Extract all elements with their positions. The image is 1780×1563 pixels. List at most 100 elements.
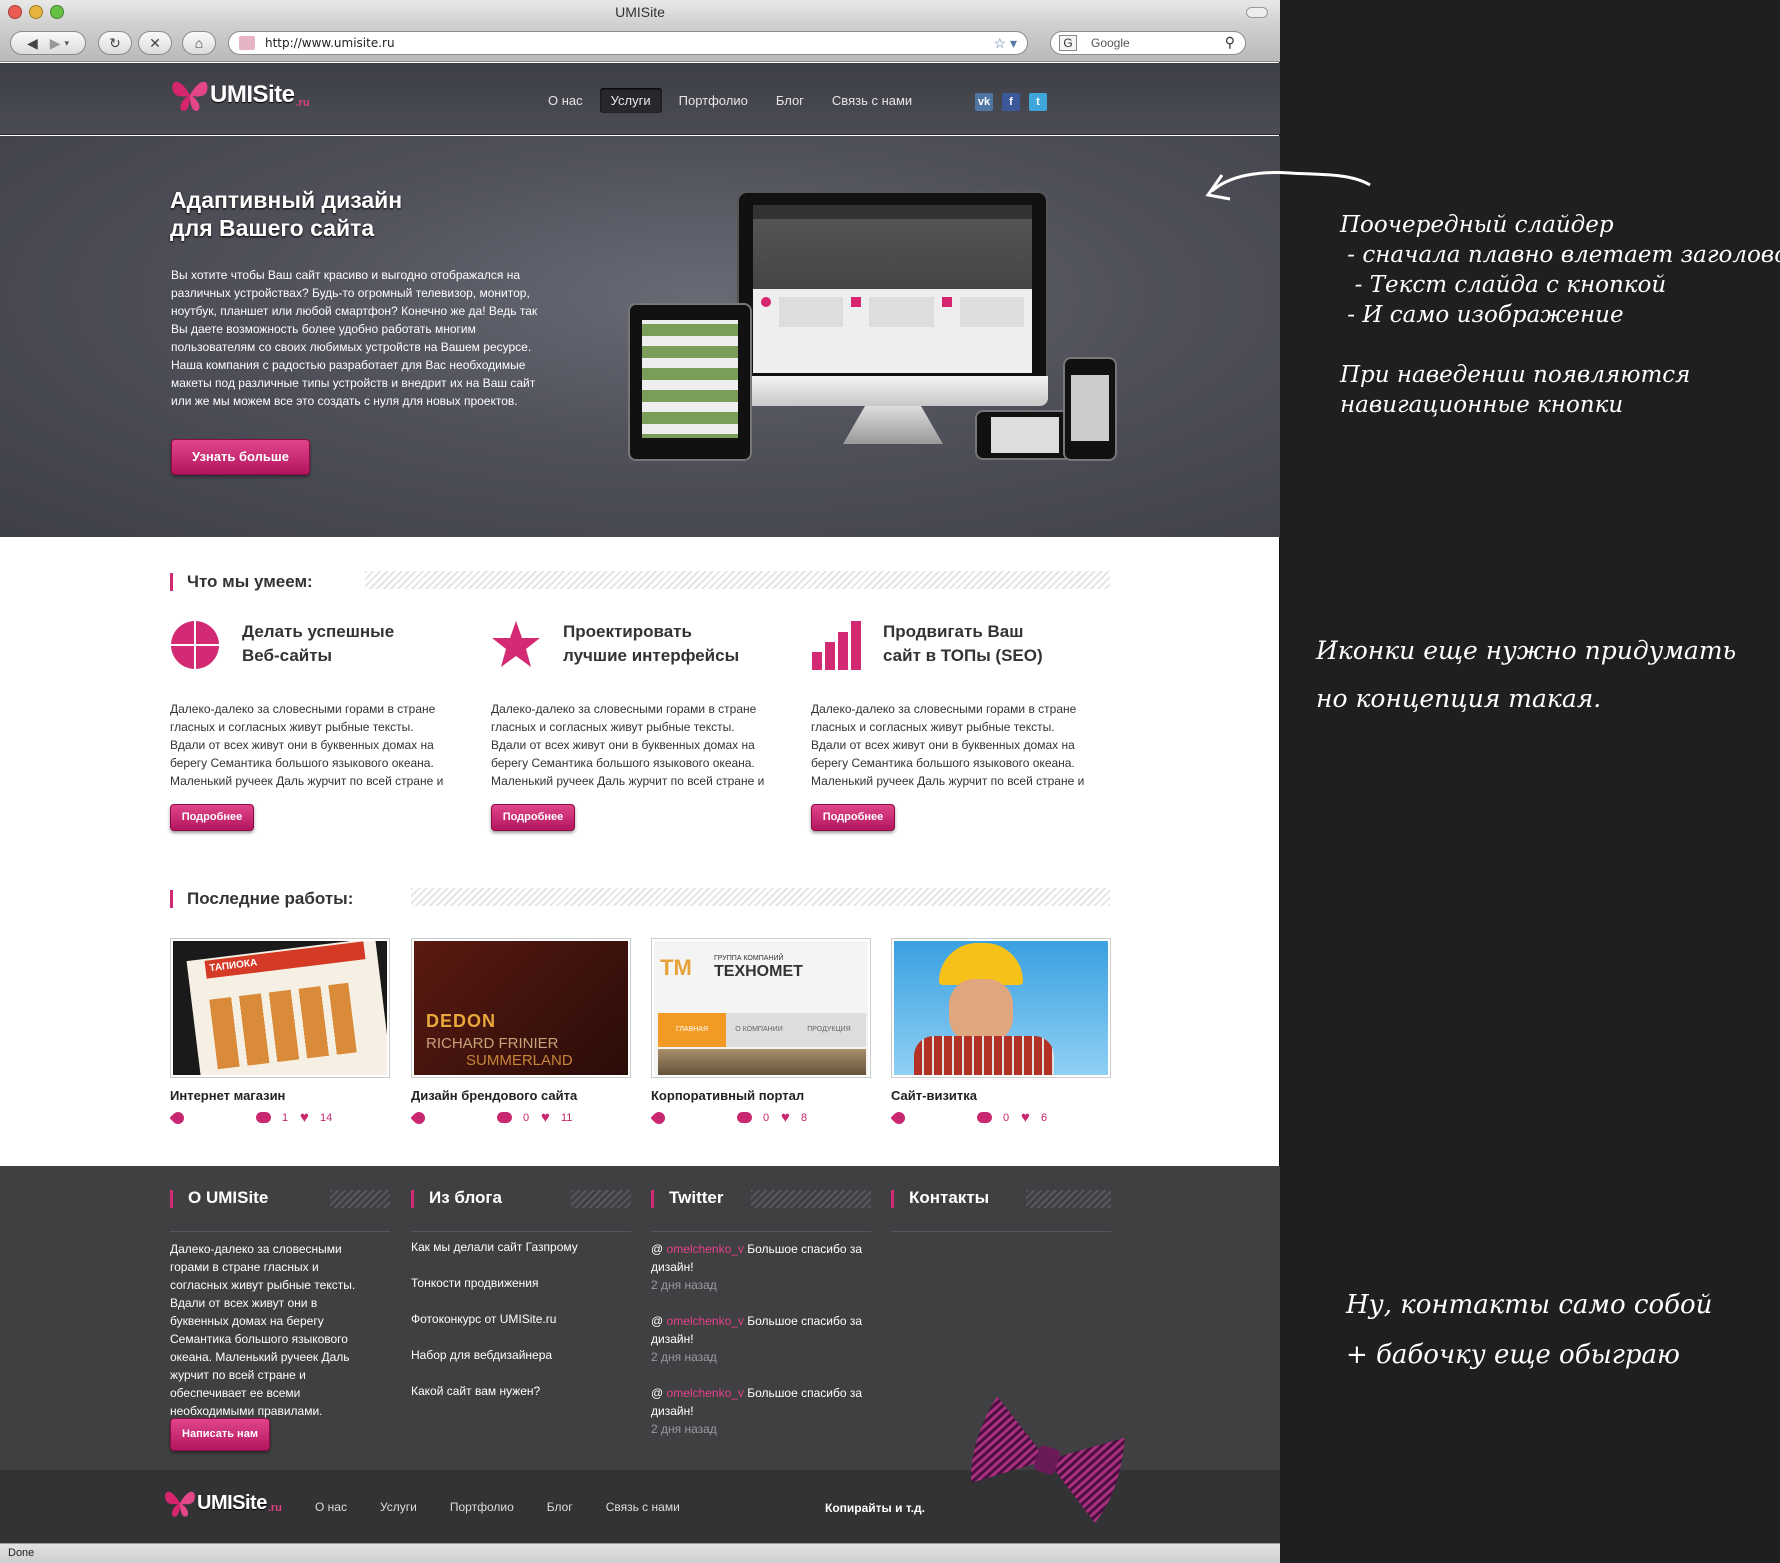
vk-icon[interactable]: vk [975,93,993,111]
forward-icon[interactable]: ▶ [50,35,61,52]
footer-logo-text: UMISite [197,1491,267,1514]
blog-link[interactable]: Тонкости продвижения [411,1276,538,1290]
work-thumbnail[interactable] [891,938,1111,1078]
stop-button[interactable]: ✕ [138,31,172,55]
heart-icon[interactable]: ♥ [300,1109,309,1126]
nav-item-portfolio[interactable]: Портфолио [668,88,759,113]
details-button[interactable]: Подробнее [811,804,895,831]
feature-title: Продвигать Ваш сайт в ТОПы (SEO) [883,620,1103,668]
tweet-user-link[interactable]: omelchenko_v [667,1242,744,1256]
heart-icon[interactable]: ♥ [1021,1109,1030,1126]
hero-slider: Адаптивный дизайн для Вашего сайта Вы хо… [0,136,1280,537]
heading-accent-bar [891,1190,894,1208]
feature-title-line1: Проектировать [563,622,692,641]
home-button[interactable]: ⌂ [182,31,216,55]
tag-icon[interactable] [890,1109,908,1127]
twitter-icon[interactable]: t [1029,93,1047,111]
main-nav: О нас Услуги Портфолио Блог Связь с нами [537,88,923,113]
tag-icon[interactable] [650,1109,668,1127]
works-heading: Последние работы: [170,889,353,909]
blog-link[interactable]: Фотоконкурс от UMISite.ru [411,1312,556,1326]
learn-more-button[interactable]: Узнать больше [171,439,310,475]
work-thumbnail[interactable]: DEDON RICHARD FRINIER SUMMERLAND [411,938,631,1078]
search-icon[interactable]: ⚲ [1225,34,1235,51]
work-title[interactable]: Дизайн брендового сайта [411,1088,577,1103]
iphone-landscape-mockup [975,410,1075,460]
write-us-button[interactable]: Написать нам [170,1418,270,1451]
back-forward-buttons[interactable]: ◀ ▶ ▾ [10,31,86,55]
work-thumbnail[interactable]: ТМ ГРУППА КОМПАНИЙ ТЕХНОМЕТ ГЛАВНАЯ О КО… [651,938,871,1078]
work-title[interactable]: Корпоративный портал [651,1088,804,1103]
footer-nav-portfolio[interactable]: Портфолио [450,1500,514,1514]
comment-icon[interactable] [256,1112,271,1123]
tweet-user-link[interactable]: omelchenko_v [667,1386,744,1400]
details-button[interactable]: Подробнее [491,804,575,831]
search-field[interactable]: G Google ⚲ [1050,31,1246,55]
site-favicon-icon [239,36,255,50]
tag-icon[interactable] [169,1109,187,1127]
ipad-mockup [628,303,752,461]
feature-text: Далеко-далеко за словесными горами в стр… [491,702,765,788]
address-bar[interactable]: http://www.umisite.ru ☆ ▾ [228,31,1028,55]
site-logo[interactable]: UMISite .ru [170,75,310,115]
details-button[interactable]: Подробнее [170,804,254,831]
footer-nav-blog[interactable]: Блог [547,1500,573,1514]
footer-about-title: О UMISite [188,1188,269,1207]
footer-nav-services[interactable]: Услуги [380,1500,417,1514]
thumb-tab: ГЛАВНАЯ [658,1013,726,1047]
blog-link[interactable]: Набор для вебдизайнера [411,1348,552,1362]
thumb-line2: RICHARD FRINIER [426,1035,559,1052]
footer-nav-contact[interactable]: Связь с нами [606,1500,680,1514]
tweet-user-link[interactable]: omelchenko_v [667,1314,744,1328]
bookmark-star-icon[interactable]: ☆ ▾ [994,35,1017,52]
site-header: UMISite .ru О нас Услуги Портфолио Блог … [0,63,1280,135]
tweet-at: @ [651,1314,664,1328]
feature-text: Далеко-далеко за словесными горами в стр… [170,702,444,788]
nav-item-about[interactable]: О нас [537,88,594,113]
browser-window: UMISite ◀ ▶ ▾ ↻ ✕ ⌂ http://www.umisite.ru… [0,0,1280,1563]
comment-icon[interactable] [497,1112,512,1123]
close-window-button[interactable] [8,5,22,19]
heart-icon[interactable]: ♥ [781,1109,790,1126]
work-thumbnail[interactable]: ТАПИОКА [170,938,390,1078]
icons-note: Иконки еще нужно придумать но концепция … [1316,636,1737,713]
comment-icon[interactable] [737,1112,752,1123]
minimize-window-button[interactable] [29,5,43,19]
imac-chin [737,376,1048,406]
back-icon[interactable]: ◀ [27,35,38,52]
nav-item-blog[interactable]: Блог [765,88,815,113]
blog-link[interactable]: Как мы делали сайт Газпрому [411,1240,578,1254]
iphone-portrait-screen [1071,375,1109,441]
heading-accent-bar [170,890,173,908]
heart-icon[interactable]: ♥ [541,1109,550,1126]
ipad-screen-preview [642,320,738,438]
footer-nav-about[interactable]: О нас [315,1500,347,1514]
heading-hatch-divider [330,1190,390,1208]
blog-link[interactable]: Какой сайт вам нужен? [411,1384,540,1398]
toolbar-toggle-button[interactable] [1246,7,1268,18]
nav-item-contact[interactable]: Связь с нами [821,88,923,113]
work-title[interactable]: Сайт-визитка [891,1088,977,1103]
comment-count: 0 [763,1112,770,1124]
url-text[interactable]: http://www.umisite.ru [265,36,395,50]
nav-item-services[interactable]: Услуги [599,88,662,113]
work-title[interactable]: Интернет магазин [170,1088,285,1103]
imac-mockup [737,191,1048,401]
work-meta: 0 ♥ 11 [410,1109,631,1128]
heading-hatch-divider [751,1190,871,1208]
facebook-icon[interactable]: f [1002,93,1020,111]
tag-icon[interactable] [410,1109,428,1127]
thumb-tab: ПРОДУКЦИЯ [792,1013,866,1047]
google-search-engine-icon[interactable]: G [1059,35,1077,51]
thumb-line1: DEDON [426,1011,497,1031]
iphone-portrait-mockup [1063,357,1117,461]
social-links: vk f t [975,93,1047,111]
comment-icon[interactable] [977,1112,992,1123]
heading-hatch-divider [1026,1190,1111,1208]
footer-logo[interactable]: UMISite .ru [163,1486,282,1520]
reload-button[interactable]: ↻ [98,31,132,55]
footer-blog-title: Из блога [429,1188,502,1207]
imac-screen-preview [753,205,1032,373]
hero-title: Адаптивный дизайн для Вашего сайта [170,186,550,242]
zoom-window-button[interactable] [50,5,64,19]
